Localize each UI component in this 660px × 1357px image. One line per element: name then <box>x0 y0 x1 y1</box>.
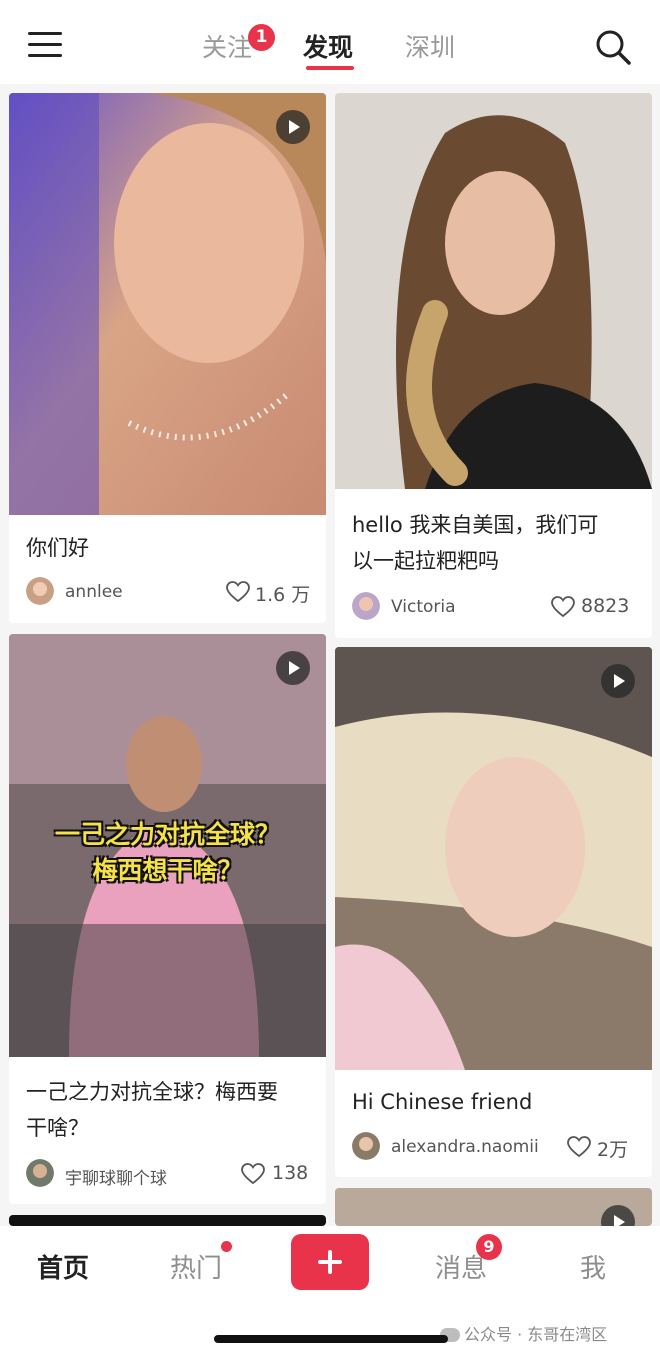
caption-line-1: 一己之力对抗全球？ <box>54 820 280 849</box>
caption-line-2: 梅西想干啥？ <box>92 856 243 885</box>
post-title-line-2: 以一起拉粑粑吗 <box>352 549 499 573</box>
like-count: 1.6 万 <box>255 584 311 606</box>
avatar <box>26 577 54 605</box>
follow-badge: 1 <box>248 24 275 51</box>
top-bar: 关注 1 发现 深圳 <box>0 0 660 84</box>
avatar <box>26 1159 54 1187</box>
search-icon[interactable] <box>594 28 632 66</box>
hot-notification-dot <box>221 1241 232 1252</box>
like-count: 138 <box>272 1162 309 1184</box>
post-thumbnail <box>335 647 652 1070</box>
heart-icon[interactable] <box>567 1136 591 1158</box>
video-play-icon <box>276 110 310 144</box>
post-title-line-1: hello 我来自美国，我们可 <box>352 513 599 537</box>
heart-icon[interactable] <box>241 1163 265 1185</box>
avatar <box>352 1132 380 1160</box>
heart-icon[interactable] <box>551 596 575 618</box>
active-tab-indicator <box>306 66 354 70</box>
author-name[interactable]: annlee <box>65 582 123 602</box>
video-play-icon <box>601 664 635 698</box>
nav-me[interactable]: 我 <box>580 1248 606 1285</box>
feed-card[interactable]: 一己之力对抗全球？ 梅西想干啥？ 一己之力对抗全球？梅西要 干啥？ 宇聊球聊个球… <box>9 634 326 1204</box>
tab-discover[interactable]: 发现 <box>303 28 353 64</box>
post-title: 你们好 <box>26 536 89 560</box>
like-count: 8823 <box>581 595 630 617</box>
menu-icon[interactable] <box>28 30 64 60</box>
post-title-line-2: 干啥？ <box>26 1116 89 1140</box>
author-name[interactable]: 宇聊球聊个球 <box>65 1164 167 1189</box>
author-name[interactable]: alexandra.naomii <box>391 1137 539 1157</box>
post-thumbnail <box>9 93 326 515</box>
avatar <box>352 592 380 620</box>
post-thumbnail <box>335 93 652 489</box>
video-play-icon <box>601 1205 635 1226</box>
home-indicator[interactable] <box>214 1335 448 1343</box>
post-title: Hi Chinese friend <box>352 1090 533 1114</box>
post-title-line-1: 一己之力对抗全球？梅西要 <box>26 1080 278 1104</box>
feed-card[interactable]: hello 我来自美国，我们可 以一起拉粑粑吗 Victoria 8823 <box>335 93 652 638</box>
tab-follow[interactable]: 关注 <box>202 28 252 64</box>
feed-card-partial[interactable] <box>9 1215 326 1226</box>
feed-card[interactable]: Hi Chinese friend alexandra.naomii 2万 <box>335 647 652 1177</box>
video-play-icon <box>276 651 310 685</box>
feed-card[interactable]: 你们好 annlee 1.6 万 <box>9 93 326 623</box>
create-post-button[interactable] <box>291 1234 369 1290</box>
like-count: 2万 <box>597 1139 629 1161</box>
watermark: 公众号 · 东哥在湾区 <box>440 1321 607 1345</box>
nav-hot[interactable]: 热门 <box>170 1248 222 1285</box>
heart-icon[interactable] <box>226 581 250 603</box>
watermark-text: 公众号 · 东哥在湾区 <box>464 1325 608 1344</box>
feed-card-partial[interactable] <box>335 1188 652 1226</box>
author-name[interactable]: Victoria <box>391 597 456 617</box>
nav-home[interactable]: 首页 <box>37 1248 89 1285</box>
tab-city[interactable]: 深圳 <box>405 28 455 64</box>
video-caption-overlay: 一己之力对抗全球？ 梅西想干啥？ <box>9 817 326 889</box>
messages-badge: 9 <box>476 1234 502 1260</box>
